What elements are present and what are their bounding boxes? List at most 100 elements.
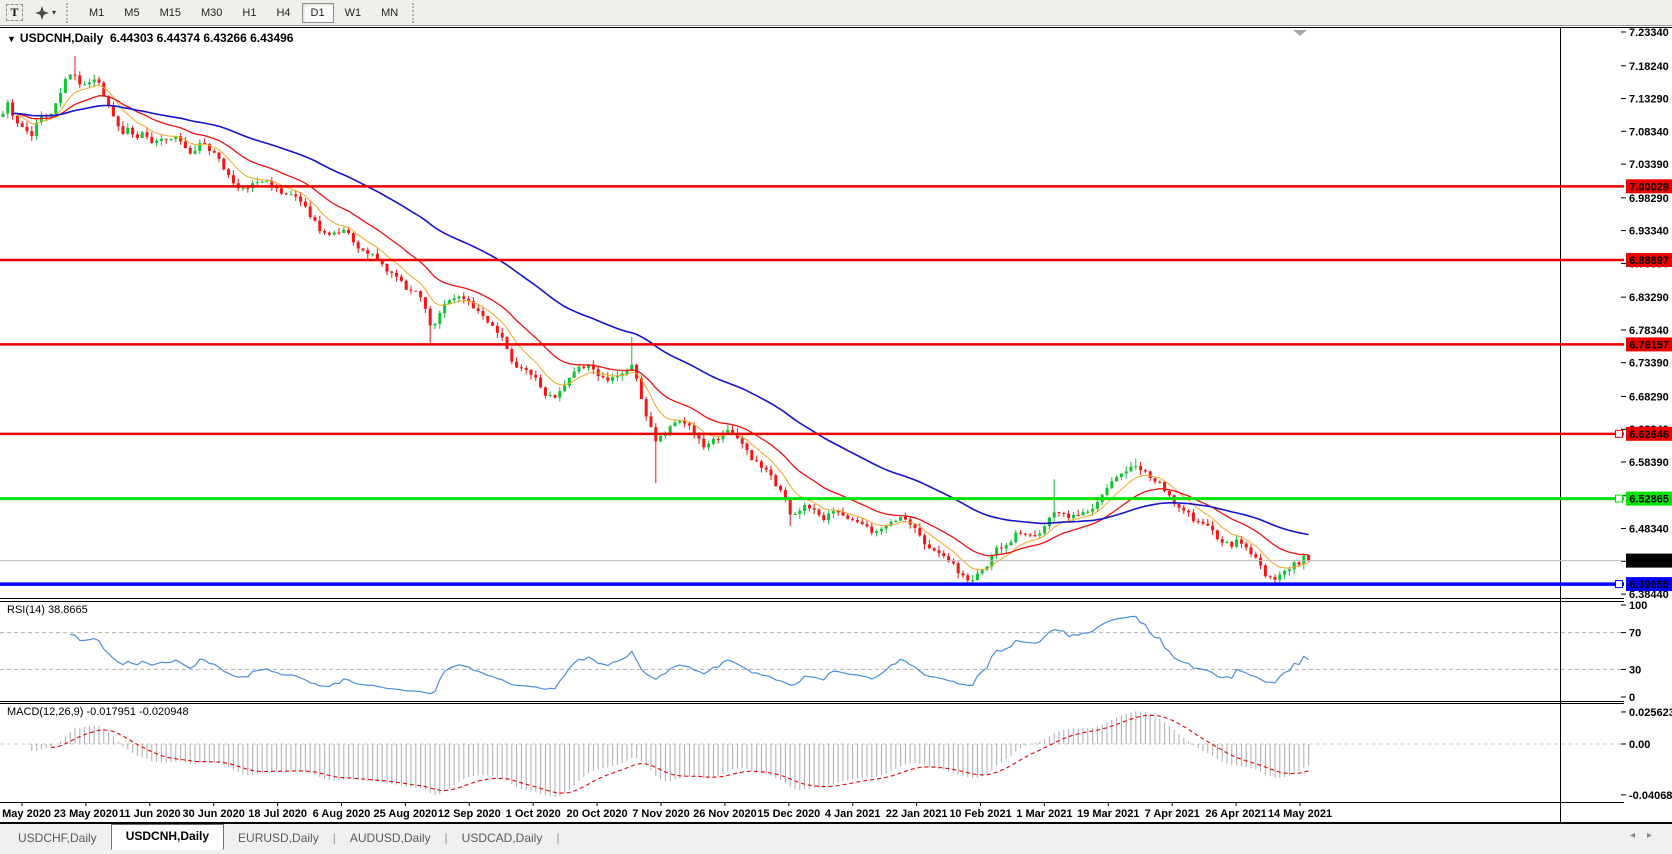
svg-text:1 Mar 2021: 1 Mar 2021 — [1016, 808, 1072, 820]
hline-6.39955[interactable]: 6.39955 — [0, 577, 1672, 591]
svg-text:30: 30 — [1629, 664, 1641, 676]
chart-tabs: USDCHF,DailyUSDCNH,DailyEURUSD,Daily|AUD… — [6, 824, 1672, 850]
svg-text:-0.040687: -0.040687 — [1629, 790, 1672, 802]
svg-text:18 Jul 2020: 18 Jul 2020 — [248, 808, 307, 820]
svg-text:6.48340: 6.48340 — [1629, 524, 1669, 536]
svg-text:7.23340: 7.23340 — [1629, 27, 1669, 39]
svg-text:6.76157: 6.76157 — [1629, 339, 1669, 351]
tab-separator: | — [331, 827, 338, 850]
svg-text:7 Nov 2020: 7 Nov 2020 — [632, 808, 689, 820]
chart-tab-audusd[interactable]: AUDUSD,Daily — [338, 827, 443, 850]
tab-scroll-right-icon[interactable]: ▸ — [1647, 830, 1664, 841]
ma-slow-line — [13, 106, 1309, 535]
svg-text:25 Aug 2020: 25 Aug 2020 — [374, 808, 438, 820]
svg-text:14 May 2021: 14 May 2021 — [1268, 808, 1332, 820]
svg-text:19 Mar 2021: 19 Mar 2021 — [1077, 808, 1139, 820]
toolbar-grip — [412, 3, 419, 23]
tab-scroll-arrows[interactable]: ◂▸ — [1630, 830, 1664, 841]
svg-text:6.83290: 6.83290 — [1629, 292, 1669, 304]
svg-text:6.62646: 6.62646 — [1629, 429, 1669, 441]
text-tool-icon: T — [6, 4, 23, 21]
svg-text:26 Nov 2020: 26 Nov 2020 — [693, 808, 757, 820]
timeframe-m15[interactable]: M15 — [151, 3, 190, 23]
svg-text:6.78340: 6.78340 — [1629, 325, 1669, 337]
svg-text:7.00029: 7.00029 — [1629, 181, 1669, 193]
macd-pane: 0.025623 0.00 -0.040687 — [0, 707, 1672, 802]
timeframe-m1[interactable]: M1 — [80, 3, 113, 23]
rsi-pane: 10070300 — [0, 600, 1647, 704]
svg-text:30 Jun 2020: 30 Jun 2020 — [183, 808, 245, 820]
svg-text:6.39955: 6.39955 — [1629, 579, 1669, 591]
svg-text:4 Jan 2021: 4 Jan 2021 — [825, 808, 881, 820]
svg-text:6 Aug 2020: 6 Aug 2020 — [313, 808, 371, 820]
candlesticks — [2, 56, 1311, 584]
hline-7.00029[interactable]: 7.00029 — [0, 179, 1672, 193]
timeframe-h1[interactable]: H1 — [233, 3, 265, 23]
svg-text:0.025623: 0.025623 — [1629, 707, 1672, 719]
svg-text:12 Sep 2020: 12 Sep 2020 — [438, 808, 501, 820]
text-tool-button[interactable]: T — [2, 2, 27, 24]
svg-text:22 Jan 2021: 22 Jan 2021 — [886, 808, 948, 820]
pane-borders — [0, 27, 1672, 822]
timeframe-mn[interactable]: MN — [372, 3, 407, 23]
date-axis[interactable]: 5 May 202023 May 202011 Jun 202030 Jun 2… — [0, 803, 1332, 820]
svg-text:7.18240: 7.18240 — [1629, 61, 1669, 73]
svg-text:5 May 2020: 5 May 2020 — [0, 808, 51, 820]
timeframe-m30[interactable]: M30 — [192, 3, 231, 23]
hline-6.62646[interactable]: 6.62646 — [0, 427, 1672, 441]
tab-scroll-left-icon[interactable]: ◂ — [1630, 830, 1647, 841]
tab-separator: | — [554, 827, 561, 850]
svg-text:70: 70 — [1629, 628, 1641, 640]
svg-text:7.03390: 7.03390 — [1629, 159, 1669, 171]
macd-indicator-label: MACD(12,26,9) -0.017951 -0.020948 — [7, 706, 189, 718]
svg-text:15 Dec 2020: 15 Dec 2020 — [757, 808, 820, 820]
chart-symbol-period: USDCNH,Daily — [20, 31, 103, 45]
svg-text:6.43496: 6.43496 — [1629, 556, 1669, 568]
timeframe-d1[interactable]: D1 — [302, 3, 334, 23]
price-axis[interactable]: 7.233407.182407.132907.083407.033906.982… — [1621, 27, 1669, 601]
svg-text:11 Jun 2020: 11 Jun 2020 — [119, 808, 181, 820]
svg-text:6.88897: 6.88897 — [1629, 255, 1669, 267]
timeframe-m5[interactable]: M5 — [115, 3, 148, 23]
toolbar-grip — [66, 3, 73, 23]
arrows-tool-button[interactable]: ▾ — [31, 2, 60, 24]
svg-text:6.58390: 6.58390 — [1629, 457, 1669, 469]
svg-text:0.00: 0.00 — [1629, 739, 1650, 751]
timeframe-w1[interactable]: W1 — [336, 3, 371, 23]
dropdown-arrow-icon[interactable]: ▼ — [7, 34, 16, 44]
svg-text:26 Apr 2021: 26 Apr 2021 — [1205, 808, 1266, 820]
chart-tab-usdchf[interactable]: USDCHF,Daily — [6, 827, 109, 850]
hline-6.88897[interactable]: 6.88897 — [0, 253, 1672, 267]
svg-text:1 Oct 2020: 1 Oct 2020 — [506, 808, 561, 820]
svg-text:10 Feb 2021: 10 Feb 2021 — [949, 808, 1011, 820]
svg-text:23 May 2020: 23 May 2020 — [54, 808, 118, 820]
tab-separator: | — [443, 827, 450, 850]
svg-text:6.68290: 6.68290 — [1629, 391, 1669, 403]
svg-text:20 Oct 2020: 20 Oct 2020 — [567, 808, 628, 820]
ma-mid-line — [13, 96, 1309, 556]
chart-title: ▼ USDCNH,Daily 6.44303 6.44374 6.43266 6.… — [7, 31, 293, 45]
hline-6.76157[interactable]: 6.76157 — [0, 337, 1672, 351]
toolbar: T ▾ M1M5M15M30H1H4D1W1MN — [0, 0, 1672, 26]
chart-tab-usdcnh[interactable]: USDCNH,Daily — [111, 824, 224, 850]
chart-tab-usdcad[interactable]: USDCAD,Daily — [450, 827, 555, 850]
chart-canvas[interactable]: 7.233407.182407.132907.083407.033906.982… — [0, 0, 1672, 854]
chart-tab-eurusd[interactable]: EURUSD,Daily — [226, 827, 331, 850]
svg-text:6.52865: 6.52865 — [1629, 494, 1669, 506]
mt4-terminal: { "toolbar": { "text_tool_label": "T", "… — [0, 0, 1672, 854]
timeframe-h4[interactable]: H4 — [267, 3, 299, 23]
arrows-tool-icon — [35, 6, 49, 20]
ma-fast-line — [13, 85, 1309, 569]
current-price-line: 6.43496 — [0, 554, 1672, 568]
chart-tab-bar: USDCHF,DailyUSDCNH,DailyEURUSD,Daily|AUD… — [0, 822, 1672, 854]
svg-text:7 Apr 2021: 7 Apr 2021 — [1145, 808, 1200, 820]
rsi-indicator-label: RSI(14) 38.8665 — [7, 604, 88, 616]
chart-ohlc-values: 6.44303 6.44374 6.43266 6.43496 — [110, 31, 294, 45]
rsi-line — [70, 617, 1308, 694]
svg-text:6.98290: 6.98290 — [1629, 193, 1669, 205]
timeframe-toolbar: M1M5M15M30H1H4D1W1MN — [79, 3, 408, 23]
svg-text:7.08340: 7.08340 — [1629, 126, 1669, 138]
svg-text:100: 100 — [1629, 600, 1647, 612]
scroll-anchor-icon[interactable] — [1293, 30, 1307, 36]
svg-text:6.73390: 6.73390 — [1629, 358, 1669, 370]
